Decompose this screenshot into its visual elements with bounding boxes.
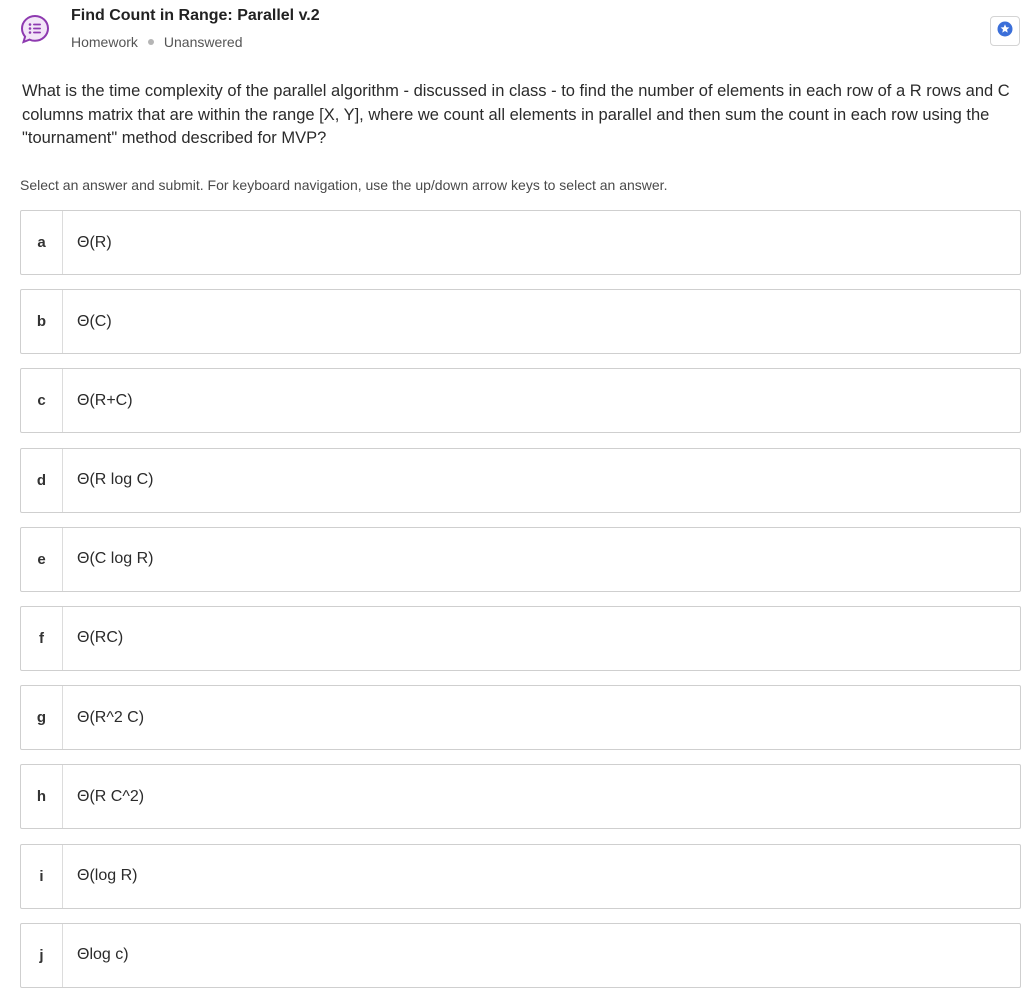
option-letter: f	[21, 606, 63, 670]
option-letter: b	[21, 290, 63, 354]
option-text: Θ(R log C)	[77, 471, 154, 489]
option-letter: c	[21, 369, 63, 433]
option-letter: h	[21, 765, 63, 829]
separator-dot	[147, 39, 154, 45]
answer-option-a[interactable]: a Θ(R)	[20, 210, 1021, 275]
answer-option-i[interactable]: i Θ(log R)	[20, 843, 1021, 909]
category-label: Homework	[71, 34, 138, 50]
question-meta: Homework Unanswered	[71, 34, 243, 50]
answer-option-c[interactable]: c Θ(R+C)	[20, 368, 1021, 434]
answer-option-j[interactable]: j Θlog c)	[20, 922, 1021, 988]
answer-option-d[interactable]: d Θ(R log C)	[20, 447, 1021, 513]
option-letter: j	[21, 923, 63, 987]
discussion-bubble-icon	[20, 14, 50, 44]
option-text: Θ(R)	[77, 233, 112, 251]
option-text: Θ(R^2 C)	[77, 708, 145, 726]
answer-option-e[interactable]: e Θ(C log R)	[20, 526, 1021, 592]
star-button[interactable]	[990, 16, 1020, 46]
option-letter: d	[21, 448, 63, 512]
option-letter: g	[21, 686, 63, 750]
option-text: Θlog c)	[77, 946, 129, 964]
option-text: Θ(R C^2)	[77, 787, 145, 805]
option-letter: a	[21, 211, 63, 274]
answer-option-b[interactable]: b Θ(C)	[20, 289, 1021, 355]
instructions-text: Select an answer and submit. For keyboar…	[20, 177, 668, 193]
page-title: Find Count in Range: Parallel v.2	[71, 7, 320, 24]
option-text: Θ(RC)	[77, 629, 124, 647]
option-text: Θ(R+C)	[77, 391, 133, 409]
option-letter: e	[21, 527, 63, 591]
answer-option-f[interactable]: f Θ(RC)	[20, 605, 1021, 671]
option-text: Θ(C log R)	[77, 550, 154, 568]
option-text: Θ(C)	[77, 312, 112, 330]
option-letter: i	[21, 844, 63, 908]
answer-option-h[interactable]: h Θ(R C^2)	[20, 764, 1021, 830]
status-label: Unanswered	[163, 34, 243, 50]
option-text: Θ(log R)	[77, 867, 138, 884]
answer-option-g[interactable]: g Θ(R^2 C)	[20, 685, 1021, 751]
star-badge-icon	[997, 21, 1013, 42]
question-text: What is the time complexity of the paral…	[22, 82, 1010, 147]
answer-options: a Θ(R) b Θ(C) c Θ(R+C) d Θ(R log C) e Θ(…	[20, 210, 1021, 1002]
question-header: Find Count in Range: Parallel v.2 Homewo…	[0, 0, 1024, 64]
